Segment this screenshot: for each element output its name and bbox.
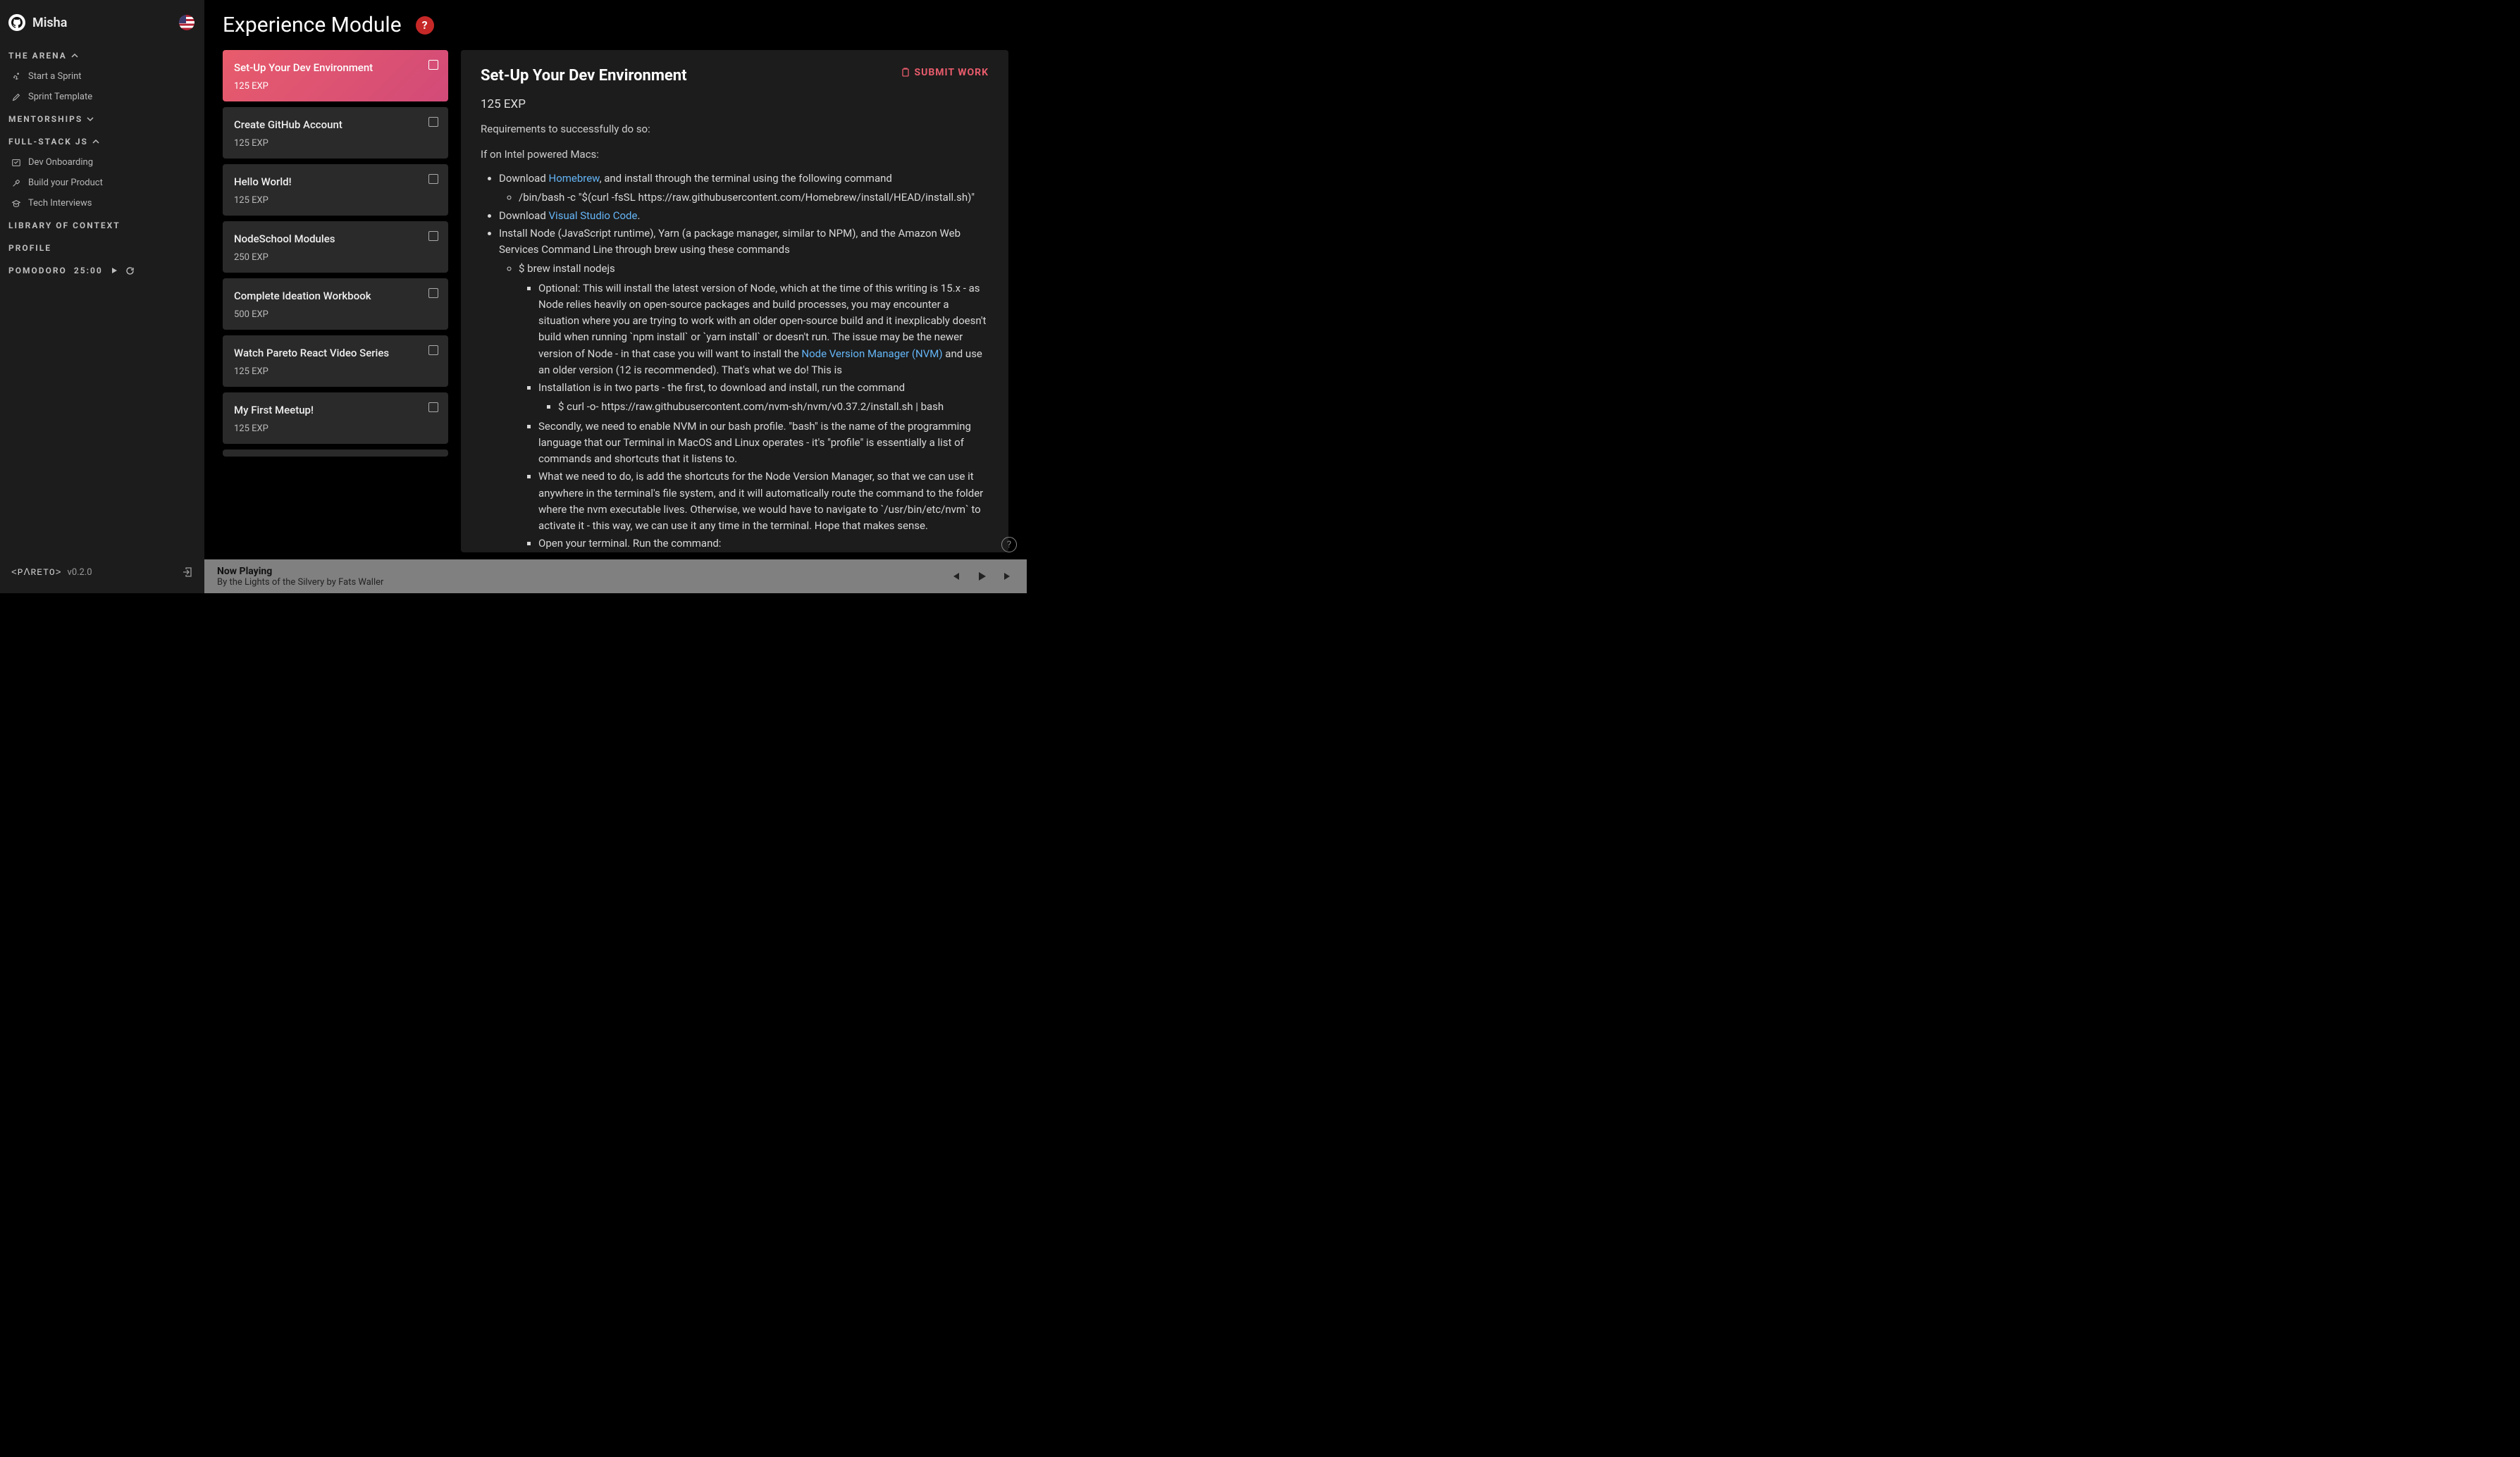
profile-row[interactable]: Misha: [8, 14, 67, 31]
module-card-title: Complete Ideation Workbook: [234, 290, 437, 302]
tools-icon: [11, 178, 21, 188]
bookmark-icon[interactable]: [428, 402, 438, 412]
link-nvm[interactable]: Node Version Manager (NVM): [801, 347, 942, 360]
onboarding-icon: [11, 158, 21, 168]
module-card-exp: 125 EXP: [234, 195, 437, 206]
brand-logo: <PᐱRETO>: [11, 567, 62, 578]
note-secondly: Secondly, we need to enable NVM in our b…: [538, 418, 989, 468]
note-shortcuts: What we need to do, is add the shortcuts…: [538, 469, 989, 534]
avatar: [8, 14, 25, 31]
module-card-title: Watch Pareto React Video Series: [234, 347, 437, 359]
play-icon[interactable]: [976, 571, 987, 582]
prev-track-icon[interactable]: [949, 571, 961, 582]
module-card-exp: 125 EXP: [234, 366, 437, 377]
pencil-icon: [11, 92, 21, 102]
step-node: Install Node (JavaScript runtime), Yarn …: [499, 225, 989, 259]
bookmark-icon[interactable]: [428, 345, 438, 355]
runner-icon: [11, 72, 21, 82]
link-vscode[interactable]: Visual Studio Code: [549, 209, 638, 222]
nav-section-profile[interactable]: PROFILE: [8, 236, 196, 259]
module-list: Set-Up Your Dev Environment125 EXPCreate…: [223, 50, 451, 552]
chevron-down-icon: [87, 116, 94, 123]
sidebar-header: Misha: [8, 11, 196, 44]
module-card-title: Create GitHub Account: [234, 118, 437, 131]
flag-icon[interactable]: [179, 15, 194, 30]
bookmark-icon[interactable]: [428, 60, 438, 70]
step-vscode: Download Visual Studio Code.: [499, 208, 989, 224]
cmd-brew-node: $ brew install nodejs: [519, 261, 989, 277]
sidebar: Misha THE ARENA Start a Sprint Sprint Te…: [0, 0, 204, 593]
nav-item-build-product[interactable]: Build your Product: [8, 173, 196, 193]
module-card[interactable]: NodeSchool Modules 250 EXP: [223, 221, 448, 273]
nav-section-fullstack[interactable]: FULL-STACK JS: [8, 130, 196, 152]
bookmark-icon[interactable]: [428, 231, 438, 241]
module-card-title: NodeSchool Modules: [234, 232, 437, 245]
detail-requirements: Requirements to successfully do so:: [481, 123, 989, 135]
main-content: Experience Module ? Set-Up Your Dev Envi…: [204, 0, 1027, 559]
module-card[interactable]: Watch Pareto React Video Series 125 EXP: [223, 335, 448, 387]
note-two-parts: Installation is in two parts - the first…: [538, 380, 989, 396]
chevron-up-icon: [92, 138, 99, 145]
step-homebrew: Download Homebrew, and install through t…: [499, 170, 989, 206]
next-track-icon[interactable]: [1003, 571, 1014, 582]
github-icon: [11, 17, 23, 28]
module-card-title: Hello World!: [234, 175, 437, 188]
username: Misha: [32, 16, 67, 30]
link-homebrew[interactable]: Homebrew: [549, 172, 600, 185]
logout-icon[interactable]: [182, 566, 193, 578]
bookmark-icon[interactable]: [428, 174, 438, 184]
module-card-exp: 125 EXP: [234, 423, 437, 434]
chevron-up-icon: [71, 52, 78, 59]
clipboard-icon: [901, 68, 910, 78]
cmd-curl-nvm: $ curl -o- https://raw.githubusercontent…: [558, 399, 989, 415]
detail-body: Download Homebrew, and install through t…: [481, 170, 989, 552]
nav-section-library[interactable]: LIBRARY OF CONTEXT: [8, 213, 196, 236]
cmd-homebrew: /bin/bash -c "$(curl -fsSL https://raw.g…: [519, 190, 989, 206]
module-card-title: My First Meetup!: [234, 404, 437, 416]
module-card[interactable]: My First Meetup! 125 EXP: [223, 392, 448, 444]
bookmark-icon[interactable]: [428, 117, 438, 127]
module-card-exp: 125 EXP: [234, 138, 437, 149]
help-badge[interactable]: ?: [416, 16, 434, 35]
now-playing-track: By the Lights of the Silvery by Fats Wal…: [217, 577, 383, 588]
module-card[interactable]: Set-Up Your Dev Environment 125 EXP: [223, 50, 448, 101]
nav-item-start-sprint[interactable]: Start a Sprint: [8, 66, 196, 87]
help-corner-button[interactable]: ?: [1001, 537, 1017, 552]
detail-intel-mac: If on Intel powered Macs:: [481, 148, 989, 161]
reset-icon[interactable]: [125, 266, 135, 275]
module-card[interactable]: Hello World! 125 EXP: [223, 164, 448, 216]
note-open-terminal: Open your terminal. Run the command:: [538, 535, 989, 552]
player-bar: Now Playing By the Lights of the Silvery…: [204, 559, 1027, 593]
graduation-icon: [11, 199, 21, 209]
detail-panel: Set-Up Your Dev Environment SUBMIT WORK …: [461, 50, 1008, 552]
module-card-stub: [223, 450, 448, 457]
module-card-title: Set-Up Your Dev Environment: [234, 61, 437, 74]
nav-item-sprint-template[interactable]: Sprint Template: [8, 87, 196, 107]
module-card-exp: 250 EXP: [234, 252, 437, 263]
page-title: Experience Module: [223, 13, 402, 37]
note-optional: Optional: This will install the latest v…: [538, 280, 989, 379]
play-icon[interactable]: [110, 266, 118, 275]
nav-item-tech-interviews[interactable]: Tech Interviews: [8, 193, 196, 213]
nav-section-mentorships[interactable]: MENTORSHIPS: [8, 107, 196, 130]
nav-section-arena[interactable]: THE ARENA: [8, 44, 196, 66]
now-playing: Now Playing By the Lights of the Silvery…: [217, 566, 383, 588]
submit-work-button[interactable]: SUBMIT WORK: [901, 67, 989, 78]
version-label: v0.2.0: [68, 567, 92, 578]
detail-exp: 125 EXP: [481, 97, 989, 111]
module-card-exp: 500 EXP: [234, 309, 437, 320]
nav-item-dev-onboarding[interactable]: Dev Onboarding: [8, 152, 196, 173]
detail-title: Set-Up Your Dev Environment: [481, 67, 687, 85]
pomodoro-row: POMODORO 25:00: [8, 259, 196, 275]
player-controls: [949, 571, 1014, 582]
module-card[interactable]: Complete Ideation Workbook 500 EXP: [223, 278, 448, 330]
now-playing-label: Now Playing: [217, 566, 383, 577]
bookmark-icon[interactable]: [428, 288, 438, 298]
sidebar-footer: <PᐱRETO> v0.2.0: [8, 557, 196, 582]
module-card[interactable]: Create GitHub Account 125 EXP: [223, 107, 448, 159]
module-card-exp: 125 EXP: [234, 81, 437, 92]
